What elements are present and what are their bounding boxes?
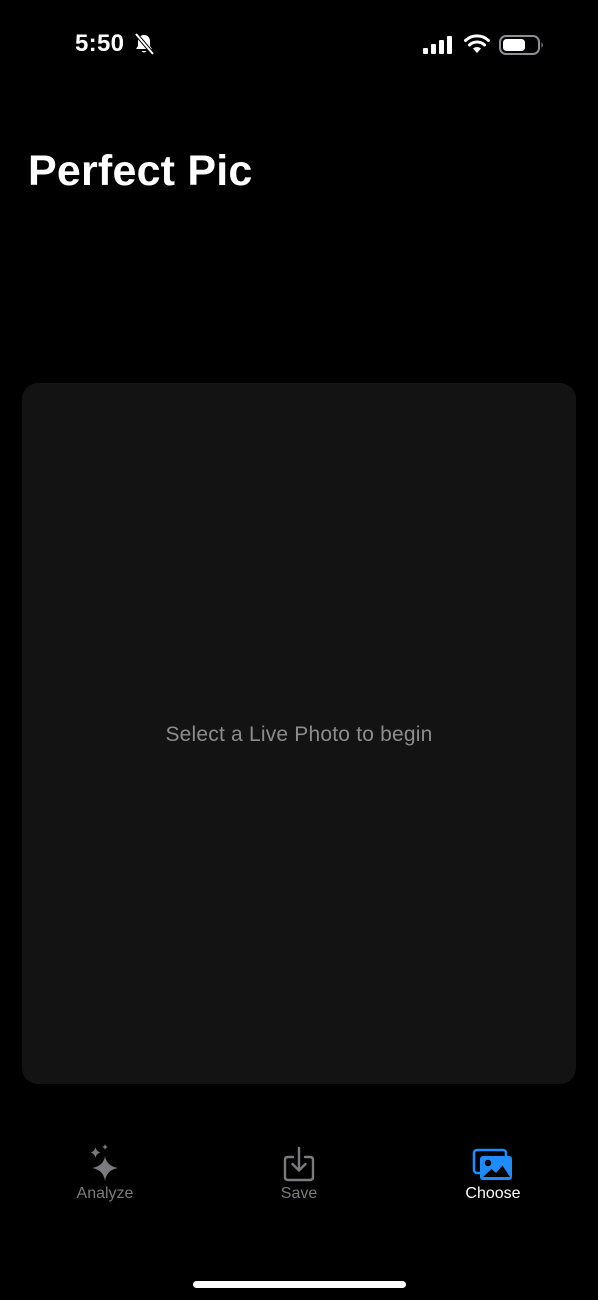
bottom-toolbar: Analyze Save Choose <box>0 1140 598 1220</box>
cellular-signal-icon <box>423 36 452 54</box>
page-title: Perfect Pic <box>28 147 253 195</box>
download-tray-icon <box>283 1146 315 1182</box>
bell-slash-icon <box>134 32 155 56</box>
battery-icon <box>499 35 543 55</box>
photo-preview-area: Select a Live Photo to begin <box>22 383 576 1084</box>
choose-button[interactable]: Choose <box>423 1140 563 1212</box>
analyze-button[interactable]: Analyze <box>35 1140 175 1212</box>
empty-state-message: Select a Live Photo to begin <box>165 722 433 746</box>
status-time: 5:50 <box>75 30 125 57</box>
choose-label: Choose <box>465 1185 521 1202</box>
save-button[interactable]: Save <box>229 1140 369 1212</box>
wifi-icon <box>464 34 490 53</box>
save-label: Save <box>280 1185 318 1202</box>
analyze-label: Analyze <box>76 1185 134 1202</box>
home-indicator[interactable] <box>193 1281 406 1288</box>
sparkles-icon <box>90 1144 118 1181</box>
status-bar: 5:50 <box>0 0 598 90</box>
photo-stack-icon <box>472 1148 512 1180</box>
